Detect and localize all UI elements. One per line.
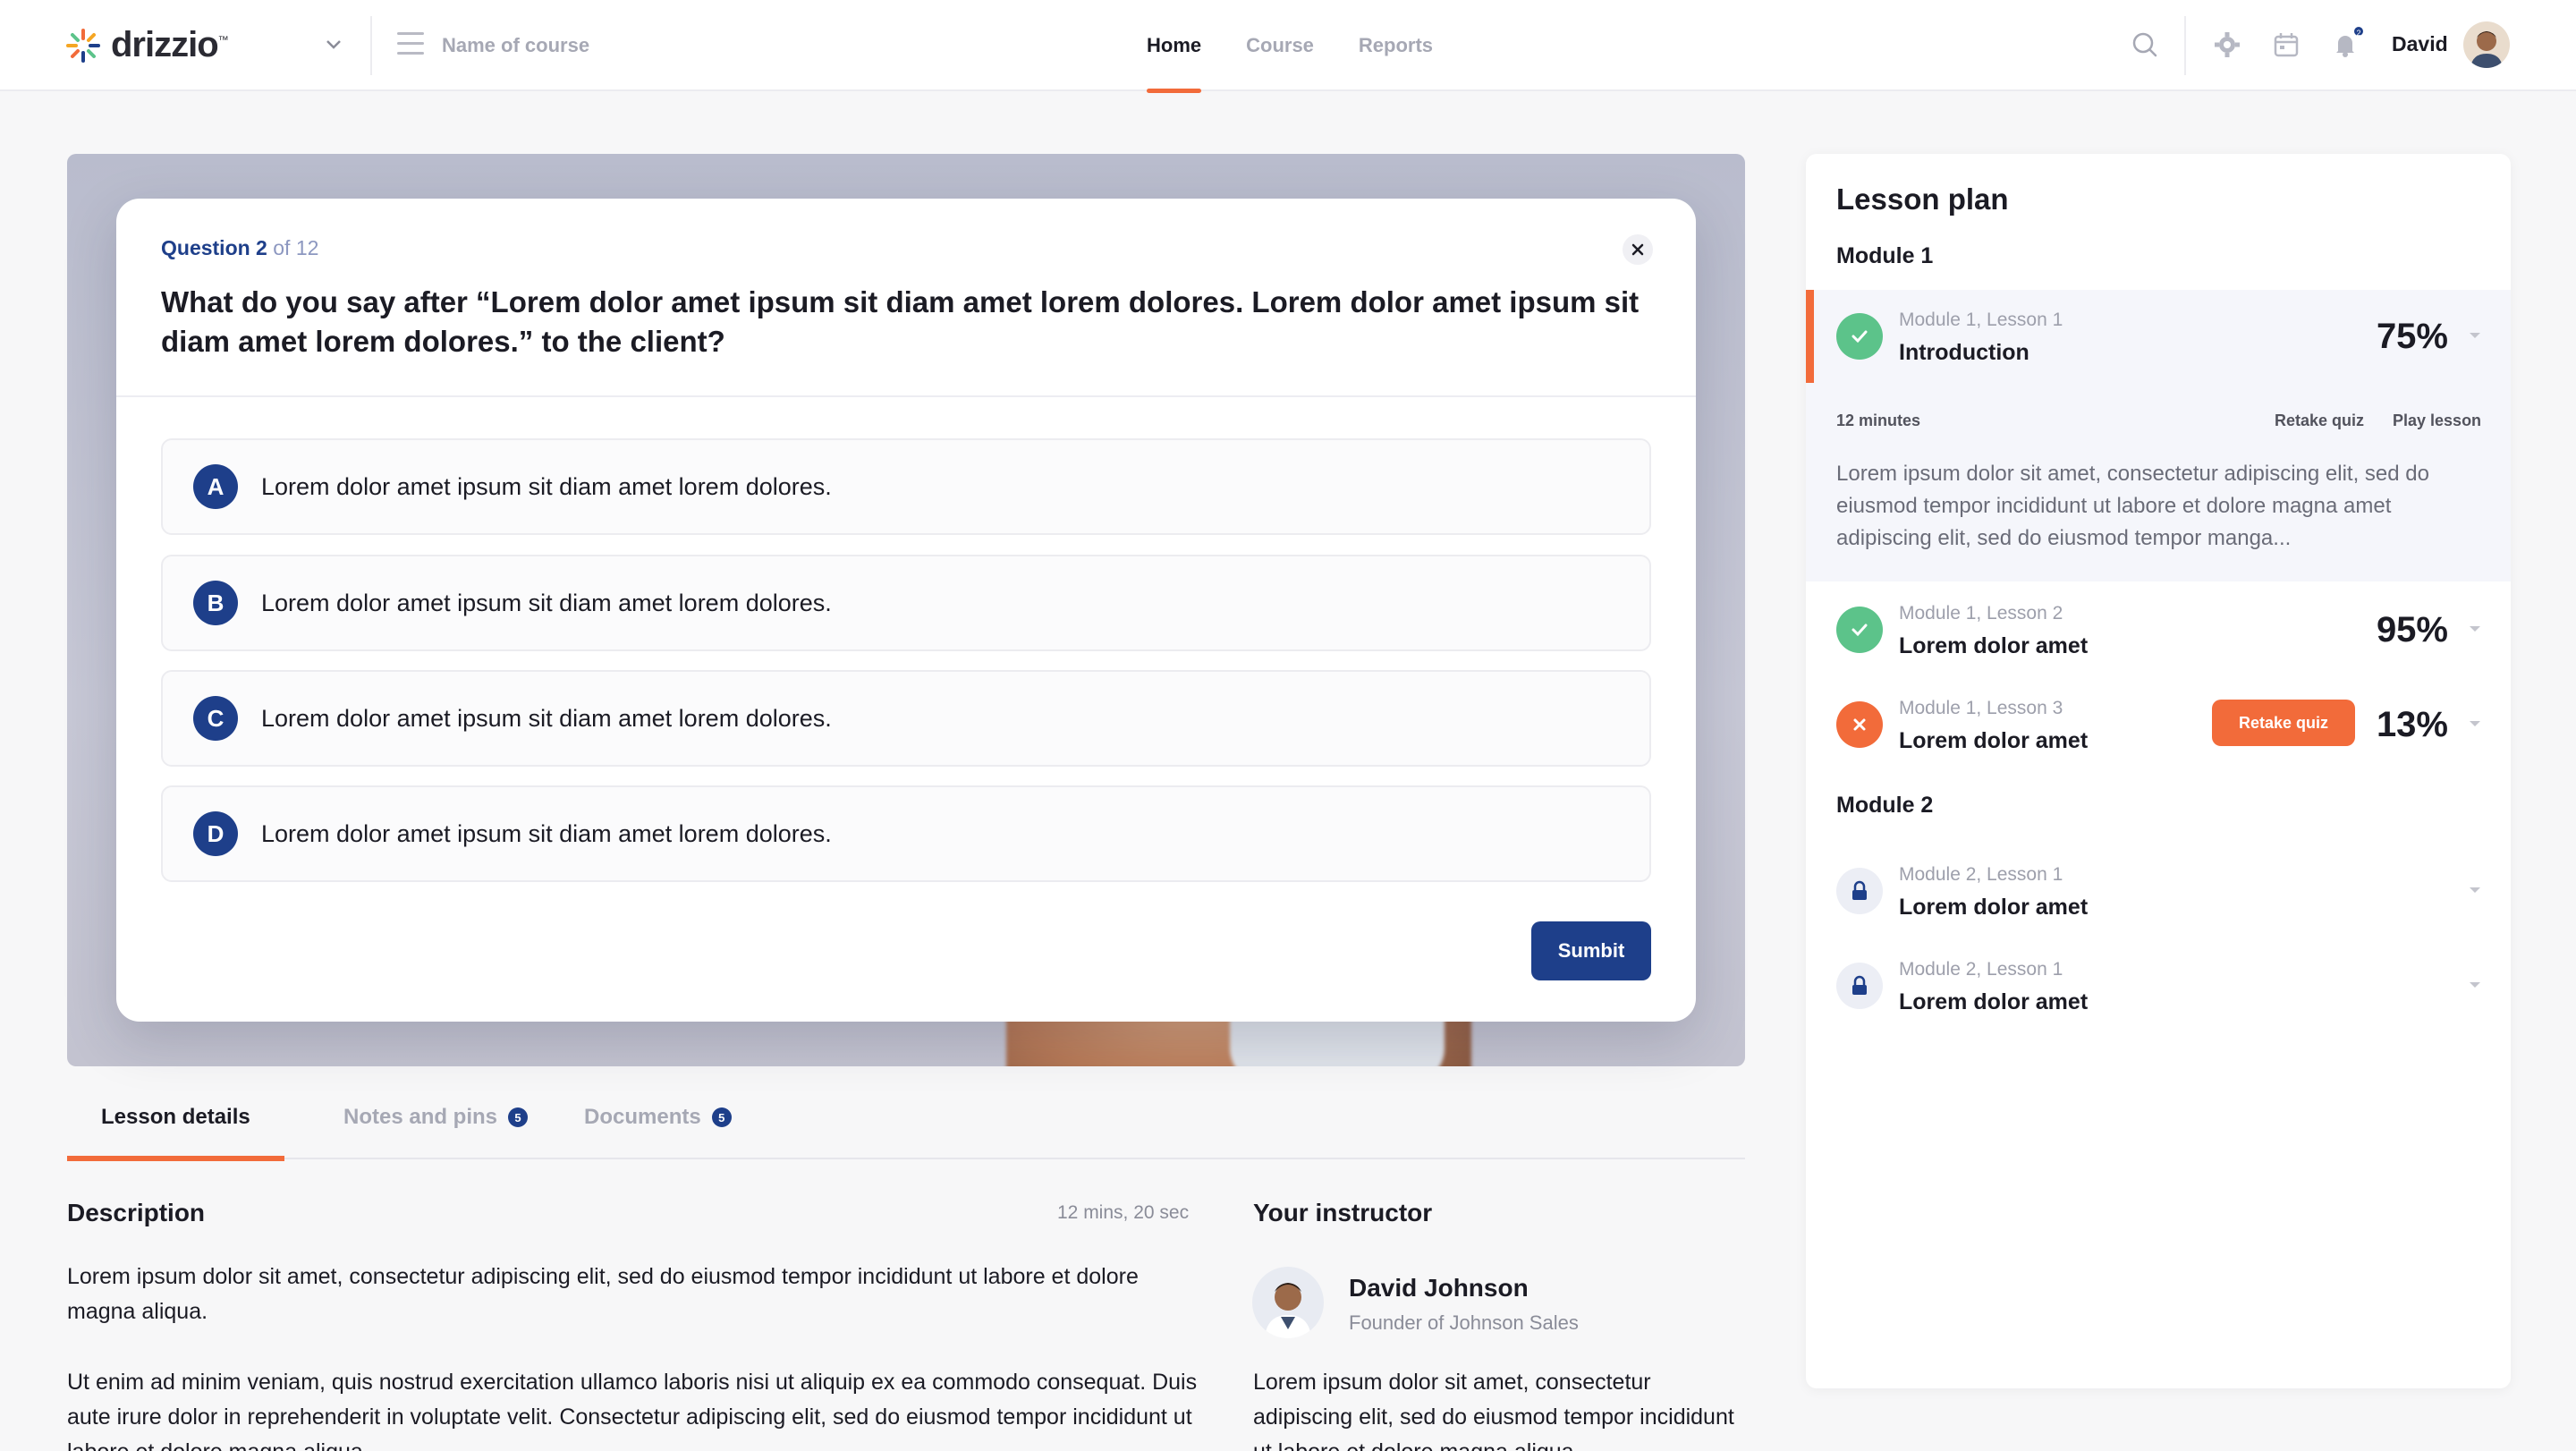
caret-down-icon[interactable]	[2468, 624, 2482, 633]
top-header: drizzio™ Name of course Home Course Repo…	[0, 0, 2576, 93]
brand-name: drizzio™	[111, 25, 229, 64]
chevron-down-icon[interactable]	[322, 32, 345, 55]
lesson-score: 13%	[2376, 705, 2448, 744]
caret-down-icon[interactable]	[2468, 719, 2482, 728]
caret-down-icon[interactable]	[2468, 331, 2482, 340]
close-icon	[1836, 701, 1883, 748]
submit-button[interactable]: Sumbit	[1531, 921, 1651, 980]
lesson-tabs: Lesson details Notes and pins 5 Document…	[67, 1075, 1745, 1161]
tab-label: Lesson details	[101, 1105, 250, 1129]
description-title: Description	[67, 1199, 206, 1226]
question-text: What do you say after “Lorem dolor amet …	[161, 285, 1640, 358]
option-text: Lorem dolor amet ipsum sit diam amet lor…	[261, 472, 832, 500]
nav-course[interactable]: Course	[1246, 0, 1314, 91]
main-nav: Home Course Reports	[1147, 0, 1433, 93]
description-paragraph: Lorem ipsum dolor sit amet, consectetur …	[67, 1264, 1139, 1324]
lock-icon	[1836, 868, 1883, 914]
lesson-item[interactable]: Module 1, Lesson 2 Lorem dolor amet 95%	[1806, 583, 2511, 676]
option-text: Lorem dolor amet ipsum sit diam amet lor…	[261, 819, 832, 847]
quiz-modal: Question 2 of 12 What do you say after “…	[116, 199, 1696, 1022]
option-text: Lorem dolor amet ipsum sit diam amet lor…	[261, 589, 832, 616]
instructor-bio: Lorem ipsum dolor sit amet, consectetur …	[1253, 1370, 1734, 1451]
lesson-plan-panel: Lesson plan Module 1 Module 1, Lesson 1 …	[1806, 154, 2511, 1388]
answer-option-a[interactable]: A Lorem dolor amet ipsum sit diam amet l…	[161, 438, 1651, 535]
close-button[interactable]	[1623, 234, 1653, 265]
answer-option-d[interactable]: D Lorem dolor amet ipsum sit diam amet l…	[161, 785, 1651, 882]
count-badge: 5	[711, 1107, 732, 1127]
search-icon[interactable]	[2131, 30, 2159, 59]
logo-mark-icon	[66, 28, 100, 63]
user-name[interactable]: David	[2392, 32, 2448, 56]
divider	[2184, 16, 2186, 75]
answer-option-b[interactable]: B Lorem dolor amet ipsum sit diam amet l…	[161, 555, 1651, 651]
lesson-minutes: 12 minutes	[1836, 412, 1921, 429]
close-icon	[1631, 243, 1644, 256]
lock-icon	[1836, 963, 1883, 1009]
nav-reports[interactable]: Reports	[1359, 0, 1433, 91]
lesson-name: Introduction	[1899, 340, 2029, 365]
divider	[116, 395, 1696, 397]
lesson-score: 95%	[2376, 610, 2448, 649]
instructor-role: Founder of Johnson Sales	[1349, 1311, 1579, 1334]
lesson-duration: 12 mins, 20 sec	[1057, 1202, 1190, 1223]
avatar[interactable]	[2463, 21, 2510, 68]
brand-logo[interactable]: drizzio™	[64, 25, 229, 65]
option-text: Lorem dolor amet ipsum sit diam amet lor…	[261, 704, 832, 732]
menu-icon[interactable]	[397, 32, 424, 57]
instructor-avatar	[1252, 1267, 1324, 1338]
calendar-icon[interactable]	[2272, 30, 2301, 59]
gear-icon[interactable]	[2213, 30, 2241, 59]
lesson-subtitle: Module 1, Lesson 2	[1899, 603, 2063, 624]
module-title: Module 1	[1836, 243, 1934, 268]
lesson-name: Lorem dolor amet	[1899, 633, 2089, 658]
tab-lesson-details[interactable]: Lesson details	[67, 1075, 284, 1161]
lesson-score: 75%	[2376, 317, 2448, 356]
module-title: Module 2	[1836, 793, 1934, 818]
lesson-subtitle: Module 2, Lesson 1	[1899, 959, 2063, 980]
option-letter: B	[193, 581, 238, 625]
count-badge: 5	[508, 1107, 529, 1127]
lesson-name: Lorem dolor amet	[1899, 728, 2089, 753]
retake-quiz-button[interactable]: Retake quiz	[2212, 700, 2355, 746]
lesson-name: Lorem dolor amet	[1899, 895, 2089, 920]
lesson-item[interactable]: Module 2, Lesson 1 Lorem dolor amet	[1806, 939, 2511, 1032]
lesson-item[interactable]: Module 1, Lesson 3 Lorem dolor amet Reta…	[1806, 678, 2511, 771]
course-name-placeholder[interactable]: Name of course	[442, 34, 589, 57]
description-paragraph: Ut enim ad minim veniam, quis nostrud ex…	[67, 1370, 1198, 1451]
instructor-name: David Johnson	[1349, 1274, 1529, 1302]
option-letter: D	[193, 811, 238, 856]
lesson-name: Lorem dolor amet	[1899, 989, 2089, 1014]
option-letter: C	[193, 696, 238, 741]
lesson-plan-title: Lesson plan	[1836, 182, 2009, 216]
lesson-subtitle: Module 1, Lesson 1	[1899, 310, 2063, 330]
retake-quiz-link[interactable]: Retake quiz	[2275, 412, 2364, 430]
tab-documents[interactable]: Documents 5	[584, 1075, 732, 1159]
check-icon	[1836, 607, 1883, 653]
caret-down-icon[interactable]	[2468, 980, 2482, 989]
nav-home[interactable]: Home	[1147, 0, 1202, 93]
question-counter: Question 2 of 12	[161, 236, 319, 259]
lesson-subtitle: Module 1, Lesson 3	[1899, 698, 2063, 718]
play-lesson-link[interactable]: Play lesson	[2393, 412, 2481, 430]
lesson-item[interactable]: Module 2, Lesson 1 Lorem dolor amet	[1806, 844, 2511, 938]
check-icon	[1836, 313, 1883, 360]
tab-label: Notes and pins	[343, 1105, 498, 1129]
caret-down-icon[interactable]	[2468, 886, 2482, 895]
answer-option-c[interactable]: C Lorem dolor amet ipsum sit diam amet l…	[161, 670, 1651, 767]
divider	[370, 16, 372, 75]
lesson-item[interactable]: Module 1, Lesson 1 Introduction 75% 12 m…	[1806, 290, 2511, 581]
option-letter: A	[193, 464, 238, 509]
lesson-subtitle: Module 2, Lesson 1	[1899, 864, 2063, 885]
notification-badge: 2	[2352, 25, 2365, 38]
tab-label: Documents	[584, 1105, 701, 1129]
tab-notes-and-pins[interactable]: Notes and pins 5	[343, 1075, 529, 1159]
instructor-heading: Your instructor	[1253, 1199, 1433, 1226]
lesson-summary: Lorem ipsum dolor sit amet, consectetur …	[1836, 462, 2429, 550]
